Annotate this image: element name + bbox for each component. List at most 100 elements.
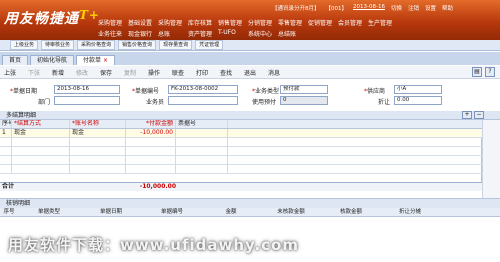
- column-header: 单据编号: [160, 209, 183, 215]
- save-button[interactable]: 保存: [100, 68, 124, 77]
- total-value: -10,000.00: [139, 183, 176, 190]
- quick-item[interactable]: 采购价格查询: [77, 40, 116, 50]
- quick-item[interactable]: 上级业务: [10, 40, 39, 50]
- quick-item[interactable]: 销售价格查询: [118, 40, 157, 50]
- exit-button[interactable]: 退出: [244, 68, 268, 77]
- table-cell[interactable]: 现金: [12, 129, 70, 137]
- help-icon[interactable]: ?: [485, 67, 495, 77]
- column-header: 单据日期: [99, 209, 122, 215]
- menu-item[interactable]: 现金银行: [128, 29, 158, 38]
- type-select[interactable]: 预付款: [280, 85, 328, 94]
- copy-button[interactable]: 复制: [124, 68, 148, 77]
- column-header: 未核款金额: [277, 209, 305, 215]
- menu-item[interactable]: 采购管理: [98, 18, 128, 27]
- staff-label: 业务员: [146, 99, 165, 106]
- discount-field[interactable]: 0.00: [394, 96, 442, 105]
- menu-item[interactable]: 基础设置: [128, 18, 158, 27]
- prepay-field[interactable]: 0: [280, 96, 328, 105]
- menu-item[interactable]: 系统中心: [248, 29, 278, 38]
- grid-header: 序号 *结算方式 *账号名称 *付款金额 票据号: [0, 120, 482, 129]
- date-label: *单据日期: [10, 88, 38, 95]
- total-row: 合计 -10,000.00: [0, 182, 482, 191]
- staff-field[interactable]: [168, 96, 238, 105]
- operate-button[interactable]: 操作: [148, 68, 172, 77]
- status-bar: 【通讯录分开8月】 【001】 2013-08-16 切换 注销 设置 帮助: [272, 4, 453, 12]
- account-name: 【通讯录分开8月】: [272, 6, 320, 12]
- table-cell[interactable]: -10,000.00: [126, 129, 176, 137]
- column-header: 票据号: [176, 120, 228, 128]
- menu-item[interactable]: 销售管理: [218, 18, 248, 27]
- edit-button[interactable]: 修改: [76, 68, 100, 77]
- verify-section-title: 核销明细: [0, 198, 500, 208]
- dept-field[interactable]: [54, 96, 120, 105]
- switch-button[interactable]: 切换: [391, 4, 402, 12]
- column-header: *结算方式: [12, 120, 70, 128]
- layout-icon[interactable]: ▤: [472, 67, 482, 77]
- delete-row-icon[interactable]: −: [474, 111, 484, 119]
- discount-label: 折让: [378, 99, 391, 106]
- column-header: 单据类型: [37, 209, 60, 215]
- dept-label: 部门: [38, 99, 51, 106]
- next-button[interactable]: 下张: [28, 68, 52, 77]
- sub-menu: 业务往来 现金银行 总账 资产管理 T-UFO 系统中心 总结账: [98, 29, 308, 38]
- menu-item[interactable]: T-UFO: [218, 29, 248, 38]
- table-cell: 1: [0, 129, 12, 137]
- table-row[interactable]: [0, 165, 482, 174]
- quick-item[interactable]: 凭证管理: [195, 40, 224, 50]
- column-header: *账号名称: [70, 120, 126, 128]
- table-cell[interactable]: 现金: [70, 129, 126, 137]
- vertical-scrollbar[interactable]: [482, 120, 500, 198]
- column-header: 核款金额: [339, 209, 362, 215]
- menu-item[interactable]: 采购管理: [158, 18, 188, 27]
- print-button[interactable]: 打印: [196, 68, 220, 77]
- message-button[interactable]: 消息: [268, 68, 292, 77]
- date-field[interactable]: 2013-08-16: [54, 85, 120, 94]
- tab-init-guide[interactable]: 初始化导航: [30, 55, 75, 65]
- app-header: 用友畅捷通T+ 【通讯录分开8月】 【001】 2013-08-16 切换 注销…: [0, 0, 500, 40]
- prepay-label: 使用预付: [252, 99, 277, 106]
- detail-grid: 序号 *结算方式 *账号名称 *付款金额 票据号 1 现金 现金 -10,000…: [0, 120, 482, 182]
- settings-button[interactable]: 设置: [425, 4, 436, 12]
- menu-item[interactable]: 分销管理: [248, 18, 278, 27]
- quick-bar: 上级业务 待审核业务 采购价格查询 销售价格查询 现存量查询 凭证管理: [0, 40, 500, 51]
- menu-item[interactable]: 资产管理: [188, 29, 218, 38]
- menu-item[interactable]: 业务往来: [98, 29, 128, 38]
- code-field[interactable]: FK-2013-08-0002: [168, 85, 238, 94]
- query-button[interactable]: 联查: [172, 68, 196, 77]
- menu-item[interactable]: 库存核算: [188, 18, 218, 27]
- table-row[interactable]: [0, 147, 482, 156]
- help-button[interactable]: 帮助: [442, 4, 453, 12]
- supplier-field[interactable]: 小A: [394, 85, 442, 94]
- column-header: 序号: [0, 120, 12, 128]
- menu-item[interactable]: 促销管理: [308, 18, 338, 27]
- menu-item[interactable]: 会员管理: [338, 18, 368, 27]
- tab-payment[interactable]: 付款单 ×: [76, 55, 116, 65]
- close-icon[interactable]: ×: [103, 57, 108, 64]
- table-row[interactable]: 1 现金 现金 -10,000.00: [0, 129, 482, 138]
- prev-button[interactable]: 上张: [4, 68, 28, 77]
- watermark: 用友软件下载：www.ufidawhy.com: [8, 236, 299, 254]
- column-header: *付款金额: [126, 120, 176, 128]
- new-button[interactable]: 新增: [52, 68, 76, 77]
- logout-button[interactable]: 注销: [408, 4, 419, 12]
- toolbar: 上张 下张 新增 修改 保存 复制 操作 联查 打印 查找 退出 消息: [0, 66, 500, 79]
- column-header: 金额: [225, 209, 237, 215]
- table-row[interactable]: [0, 156, 482, 165]
- menu-item[interactable]: 零售管理: [278, 18, 308, 27]
- main-menu: 采购管理 基础设置 采购管理 库存核算 销售管理 分销管理 零售管理 促销管理 …: [98, 18, 398, 27]
- tab-home[interactable]: 首页: [2, 55, 29, 65]
- quick-item[interactable]: 待审核业务: [41, 40, 75, 50]
- login-date[interactable]: 2013-08-16: [353, 4, 385, 12]
- table-cell[interactable]: [176, 129, 228, 137]
- detail-section-title: 多结算明细: [0, 111, 500, 120]
- quick-item[interactable]: 现存量查询: [159, 40, 193, 50]
- column-header: 序号: [3, 209, 15, 215]
- document-header: *单据日期 2013-08-16 *单据编号 FK-2013-08-0002 *…: [0, 80, 500, 110]
- find-button[interactable]: 查找: [220, 68, 244, 77]
- add-row-icon[interactable]: +: [462, 111, 472, 119]
- table-row[interactable]: [0, 138, 482, 147]
- menu-item[interactable]: 总结账: [278, 29, 308, 38]
- menu-item[interactable]: 总账: [158, 29, 188, 38]
- verify-grid-header: 序号 单据类型 单据日期 单据编号 金额 未核款金额 核款金额 折让分摊: [0, 208, 500, 217]
- menu-item[interactable]: 生产管理: [368, 18, 398, 27]
